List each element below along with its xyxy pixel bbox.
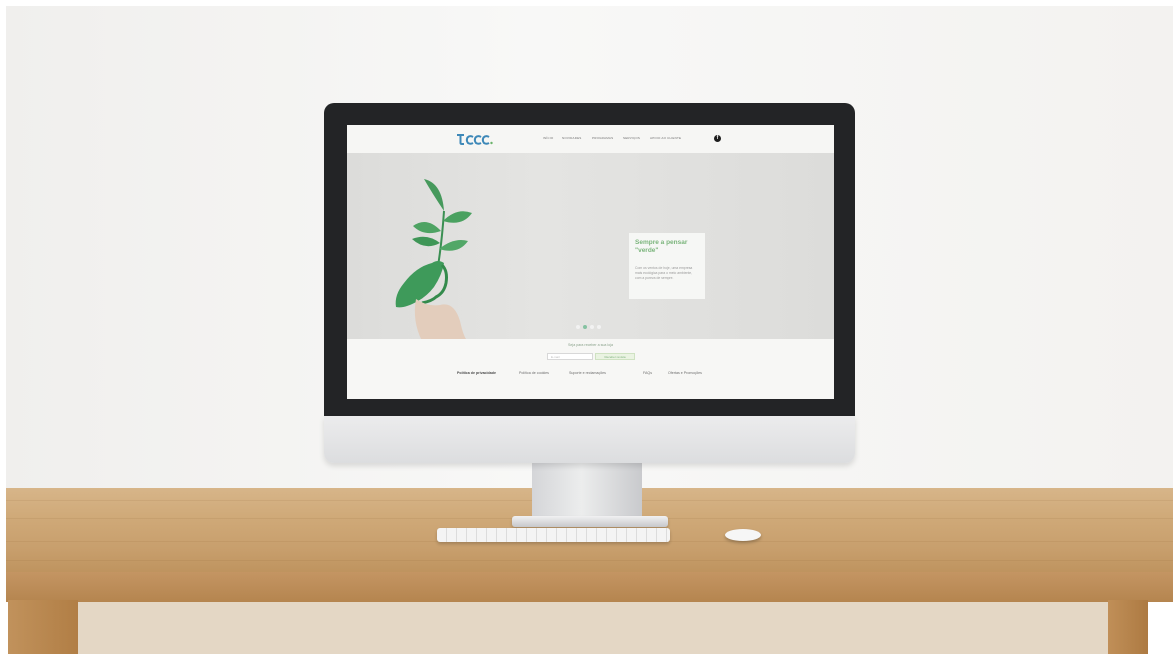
monitor-stand-foot [512, 516, 668, 527]
nav-item-inicio[interactable]: INÍCIO [543, 136, 553, 140]
nav-item-programas[interactable]: PROGRAMAS [592, 136, 613, 140]
desk-edge [6, 572, 1173, 602]
monitor-stand [532, 462, 642, 520]
carousel-dot[interactable] [597, 325, 601, 329]
hero-title: Sempre a pensar "verde" [635, 239, 688, 254]
mouse [725, 529, 761, 541]
carousel-dot[interactable] [590, 325, 594, 329]
hero-card: Sempre a pensar "verde" Com os ventos de… [629, 233, 705, 299]
desk-leg-right [1108, 600, 1148, 654]
newsletter-email-input[interactable]: E-mail [547, 353, 593, 360]
footer-link-cookies[interactable]: Política de cookies [519, 371, 549, 375]
footer-link-privacidade[interactable]: Política de privacidade [457, 371, 496, 375]
footer-link-ofertas[interactable]: Ofertas e Promoções [668, 371, 702, 375]
newsletter-label: Seja para receber a sua loja [568, 343, 613, 347]
desk-underside [40, 602, 1140, 654]
keyboard [437, 528, 670, 542]
facebook-icon[interactable]: f [714, 135, 721, 142]
nav-item-novidades[interactable]: NOVIDADES [562, 136, 581, 140]
monitor-chin [324, 416, 855, 463]
nav-item-servicos[interactable]: SERVIÇOS [623, 136, 640, 140]
wood-grain [6, 560, 1173, 561]
desk-leg-left [8, 600, 78, 654]
carousel-dots [576, 325, 604, 329]
carousel-dot[interactable] [576, 325, 580, 329]
hero-text: Com os ventos de hoje, uma empresa mais … [635, 266, 693, 280]
hero-banner: Sempre a pensar "verde" Com os ventos de… [347, 153, 834, 341]
brand-logo[interactable] [455, 132, 495, 146]
hand-plant-image [395, 179, 472, 341]
newsletter-subscribe-button[interactable]: Receber revista [595, 353, 635, 360]
nav-item-apoio-cliente[interactable]: APOIO AO CLIENTE [650, 136, 681, 140]
site-footer: Seja para receber a sua loja E-mail Rece… [347, 339, 834, 399]
website-screen: INÍCIO NOVIDADES PROGRAMAS SERVIÇOS APOI… [347, 125, 834, 399]
workspace-scene: INÍCIO NOVIDADES PROGRAMAS SERVIÇOS APOI… [0, 0, 1173, 654]
carousel-dot-active[interactable] [583, 325, 587, 329]
footer-link-suporte[interactable]: Suporte e reclamações [569, 371, 606, 375]
footer-link-faqs[interactable]: FAQs [643, 371, 652, 375]
site-header: INÍCIO NOVIDADES PROGRAMAS SERVIÇOS APOI… [347, 125, 834, 153]
